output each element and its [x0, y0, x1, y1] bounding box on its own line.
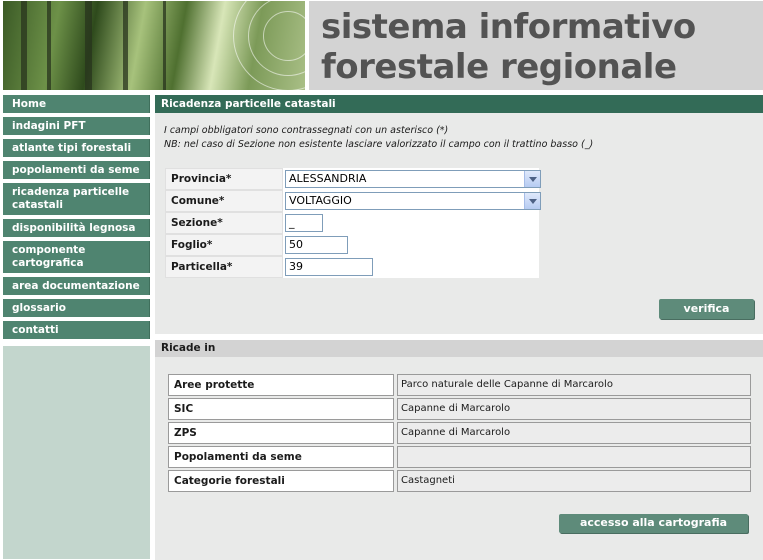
particella-cell: 39 — [283, 256, 539, 278]
foglio-cell: 50 — [283, 234, 539, 256]
result-row: Popolamenti da seme — [168, 446, 751, 468]
site-title-line1: sistema informativo — [321, 7, 696, 47]
sidebar-item-area-documentazione[interactable]: area documentazione — [3, 277, 150, 295]
result-value-zps: Capanne di Marcarolo — [397, 422, 751, 444]
form-panel-title: Ricadenza particelle catastali — [155, 95, 763, 113]
sidebar-item-ricadenza-particelle[interactable]: ricadenza particelle catastali — [3, 183, 150, 215]
particella-row: Particella* 39 — [165, 256, 539, 278]
foglio-label: Foglio* — [165, 234, 283, 256]
chevron-down-icon[interactable] — [524, 193, 540, 209]
sezione-row: Sezione* _ — [165, 212, 539, 234]
site-title-line2: forestale regionale — [321, 47, 677, 87]
header-forest-photo — [3, 1, 305, 90]
sezione-input[interactable]: _ — [285, 214, 323, 232]
sezione-cell: _ — [283, 212, 539, 234]
result-row: Aree protette Parco naturale delle Capan… — [168, 374, 751, 396]
sidebar-item-popolamenti-da-seme[interactable]: popolamenti da seme — [3, 161, 150, 179]
comune-row: Comune* VOLTAGGIO — [165, 190, 541, 212]
provincia-select[interactable]: ALESSANDRIA — [285, 170, 541, 188]
result-label-sic: SIC — [168, 398, 394, 420]
sidebar-filler — [3, 346, 150, 559]
particella-input[interactable]: 39 — [285, 258, 373, 276]
page-root: sistema informativo forestale regionale … — [0, 0, 763, 560]
result-label-zps: ZPS — [168, 422, 394, 444]
header-title-box: sistema informativo forestale regionale — [309, 1, 763, 90]
mandatory-fields-note: I campi obbligatori sono contrassegnati … — [164, 125, 449, 136]
particella-label: Particella* — [165, 256, 283, 278]
verify-button[interactable]: verifica — [659, 299, 754, 319]
sezione-label: Sezione* — [165, 212, 283, 234]
site-title: sistema informativo forestale regionale — [321, 7, 696, 87]
sidebar-item-indagini-pft[interactable]: indagini PFT — [3, 117, 150, 135]
result-value-popolamenti — [397, 446, 751, 468]
sidebar-item-contatti[interactable]: contatti — [3, 321, 150, 339]
foglio-row: Foglio* 50 — [165, 234, 539, 256]
map-access-button[interactable]: accesso alla cartografia — [559, 514, 748, 533]
result-value-sic: Capanne di Marcarolo — [397, 398, 751, 420]
sidebar-item-disponibilita-legnosa[interactable]: disponibilità legnosa — [3, 219, 150, 237]
provincia-selected-value: ALESSANDRIA — [289, 172, 367, 185]
sidebar-item-componente-cartografica[interactable]: componente cartografica — [3, 241, 150, 273]
result-label-categorie-forestali: Categorie forestali — [168, 470, 394, 492]
provincia-row: Provincia* ALESSANDRIA — [165, 168, 541, 190]
result-label-popolamenti: Popolamenti da seme — [168, 446, 394, 468]
result-label-aree-protette: Aree protette — [168, 374, 394, 396]
results-panel-title: Ricade in — [155, 340, 763, 357]
result-row: Categorie forestali Castagneti — [168, 470, 751, 492]
sidebar-nav: Home indagini PFT atlante tipi forestali… — [3, 95, 150, 343]
result-row: SIC Capanne di Marcarolo — [168, 398, 751, 420]
sidebar-item-glossario[interactable]: glossario — [3, 299, 150, 317]
comune-label: Comune* — [165, 190, 283, 212]
sidebar-item-atlante-tipi-forestali[interactable]: atlante tipi forestali — [3, 139, 150, 157]
chevron-down-icon[interactable] — [524, 171, 540, 187]
comune-cell: VOLTAGGIO — [283, 190, 541, 212]
provincia-cell: ALESSANDRIA — [283, 168, 541, 190]
sidebar-item-home[interactable]: Home — [3, 95, 150, 113]
comune-selected-value: VOLTAGGIO — [289, 194, 352, 207]
provincia-label: Provincia* — [165, 168, 283, 190]
sezione-note: NB: nel caso di Sezione non esistente la… — [164, 139, 594, 150]
result-value-categorie-forestali: Castagneti — [397, 470, 751, 492]
comune-select[interactable]: VOLTAGGIO — [285, 192, 541, 210]
foglio-input[interactable]: 50 — [285, 236, 348, 254]
result-value-aree-protette: Parco naturale delle Capanne di Marcarol… — [397, 374, 751, 396]
result-row: ZPS Capanne di Marcarolo — [168, 422, 751, 444]
results-panel: Aree protette Parco naturale delle Capan… — [155, 357, 763, 560]
form-panel: I campi obbligatori sono contrassegnati … — [155, 113, 763, 334]
